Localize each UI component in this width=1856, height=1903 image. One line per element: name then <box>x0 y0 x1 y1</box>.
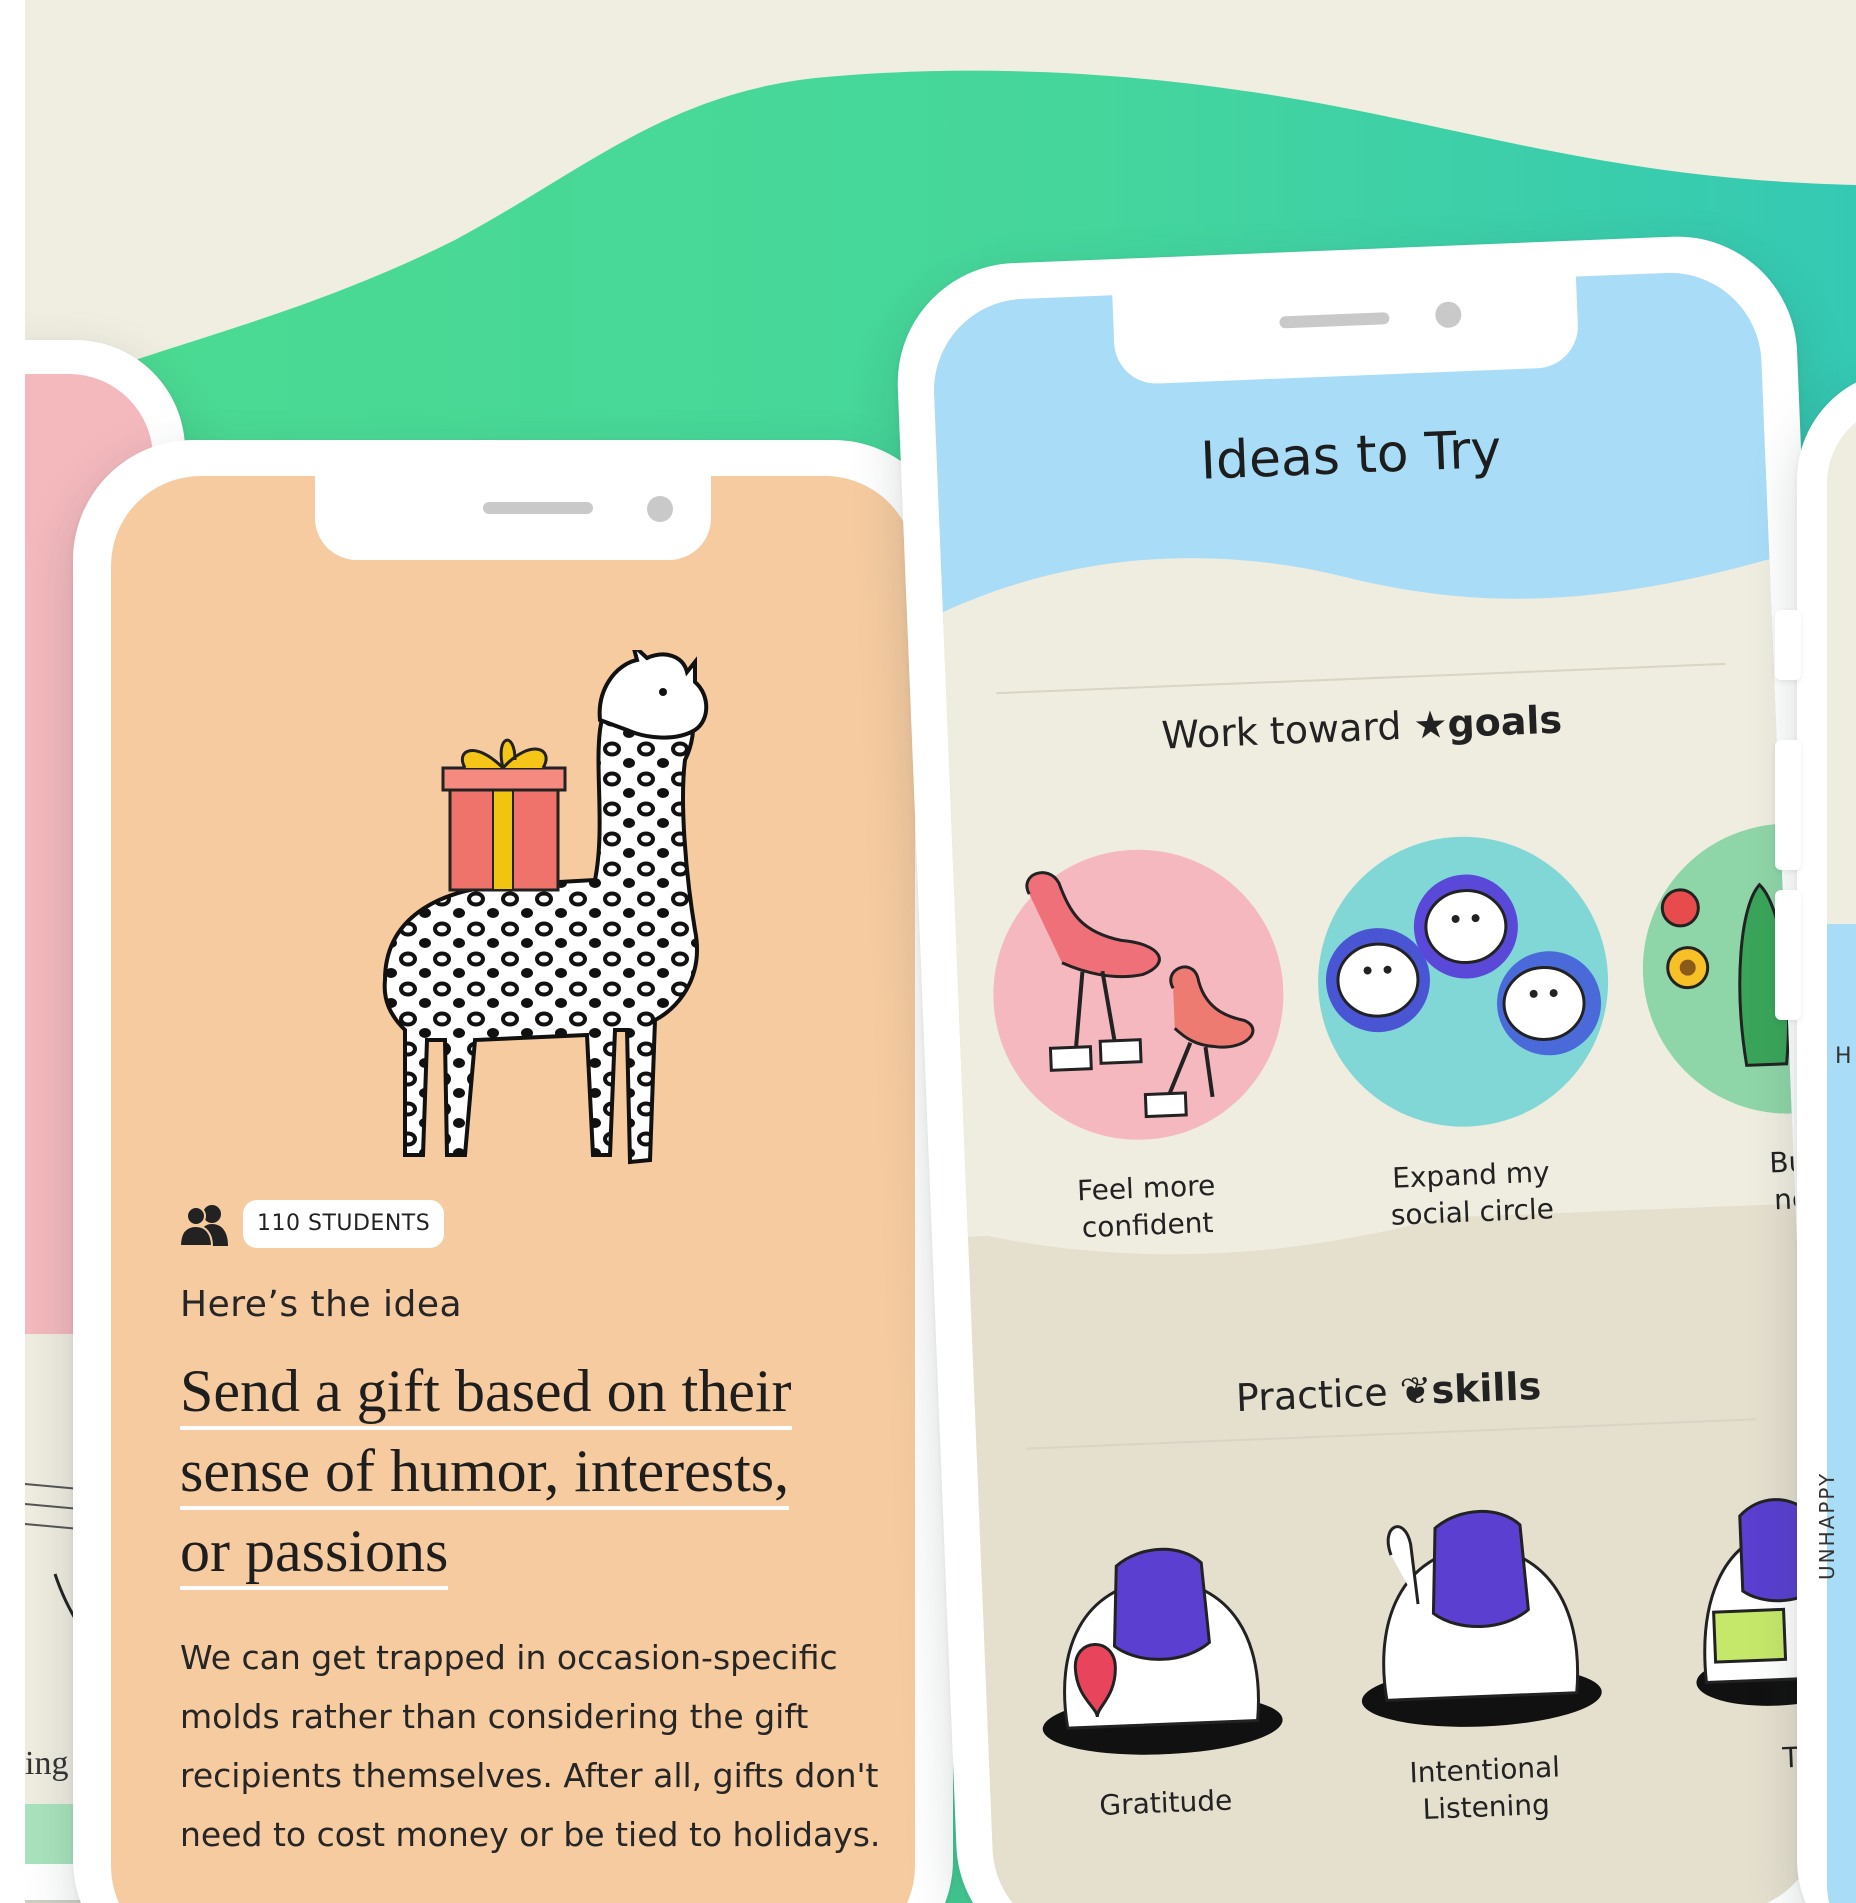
far-right-partial-letter: H <box>1835 1044 1852 1069</box>
phone-side-button <box>1775 740 1801 870</box>
phone-speaker <box>483 502 593 514</box>
idea-eyebrow: Here’s the idea <box>180 1284 463 1325</box>
skills-heading-emphasis: skills <box>1430 1363 1542 1413</box>
phone-camera <box>647 496 673 522</box>
headline-line: Send a gift based on their <box>180 1356 792 1430</box>
promo-canvas: ing 110 STUDENTS Here’s the idea Send a … <box>25 0 1856 1903</box>
bulldog-listening-illustration <box>1361 1509 1602 1727</box>
flamingos-rollerskates-illustration <box>993 849 1284 1140</box>
skills-heading-prefix: Practice <box>1235 1370 1389 1421</box>
bulldog-heart-illustration <box>1042 1547 1283 1755</box>
phone-side-button <box>1775 890 1801 1020</box>
otters-holding-hands-illustration <box>1318 836 1609 1127</box>
unhappy-label: UNHAPPY <box>1815 1471 1839 1580</box>
phone-notch <box>1112 274 1580 386</box>
ideas-phone-screen[interactable]: Ideas to Try Work toward ★goals Feel mor… <box>930 269 1824 1903</box>
llama-with-gift-illustration <box>382 650 709 1165</box>
goal-label: Expand my social circle <box>1390 1155 1555 1232</box>
skill-label: Intentional Listening <box>1408 1750 1561 1826</box>
skill-label: Gratitude <box>1098 1783 1233 1822</box>
phone-side-button <box>1775 610 1801 680</box>
idea-headline: Send a gift based on their sense of humo… <box>180 1352 860 1592</box>
goals-heading-emphasis: goals <box>1446 697 1563 747</box>
left-partial-label: ing <box>25 1745 69 1782</box>
people-icon <box>180 1205 228 1246</box>
far-right-phone-screen[interactable]: H <box>1827 404 1856 1903</box>
goal-label: Feel more confident <box>1076 1168 1216 1245</box>
ideas-phone: Ideas to Try Work toward ★goals Feel mor… <box>893 231 1856 1903</box>
idea-description: We can get trapped in occasion-specific … <box>180 1638 881 1854</box>
headline-line: sense of humor, interests, <box>180 1436 790 1510</box>
headline-line: or passions <box>180 1516 449 1590</box>
sprout-icon: ❦ <box>1398 1368 1433 1414</box>
skills-heading: Practice ❦skills <box>974 1353 1803 1430</box>
star-icon: ★ <box>1412 702 1449 748</box>
students-count-badge: 110 STUDENTS <box>243 1200 445 1248</box>
far-right-phone: H <box>1775 370 1856 1903</box>
